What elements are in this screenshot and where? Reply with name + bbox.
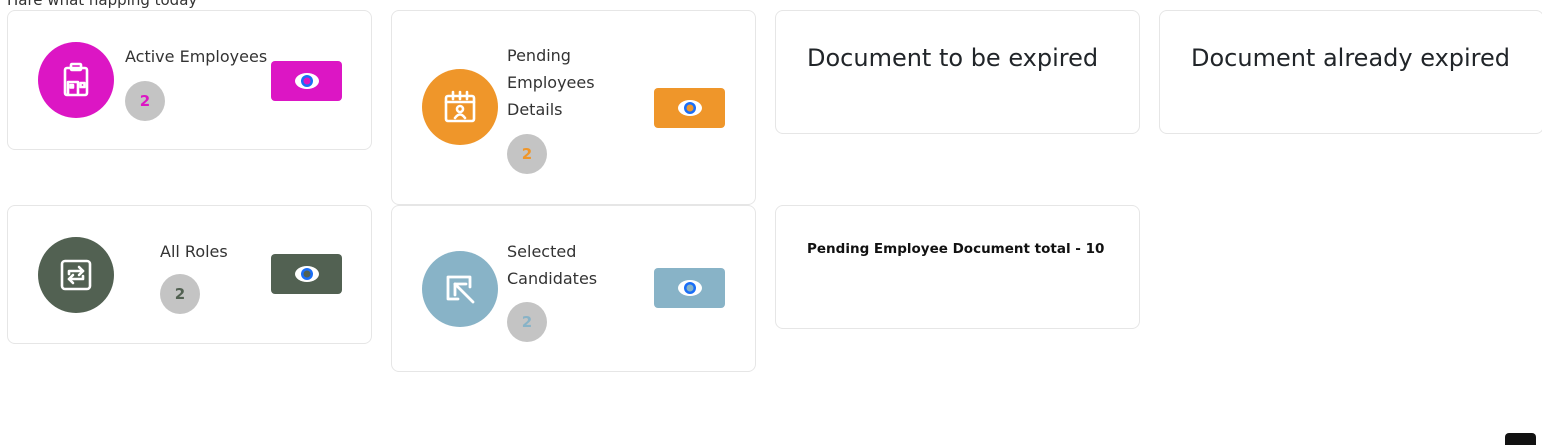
eye-icon [677, 280, 702, 296]
page-subtitle: Hare what happing today [7, 0, 198, 9]
eye-icon [294, 73, 319, 89]
pending-employee-document-card: Pending Employee Document total - 10 [775, 205, 1140, 329]
view-active-employees-button[interactable] [271, 61, 342, 101]
label-line: Selected [507, 242, 577, 261]
label-line: Pending [507, 46, 571, 65]
label-line: Employees [507, 73, 595, 92]
selected-candidates-count: 2 [507, 302, 547, 342]
pending-employees-details-card: Pending Employees Details 2 [391, 10, 756, 205]
document-already-expired-title: Document already expired [1191, 44, 1511, 72]
eye-icon [677, 100, 702, 116]
all-roles-label: All Roles [160, 242, 228, 261]
view-all-roles-button[interactable] [271, 254, 342, 294]
active-employees-card: Active Employees 2 [7, 10, 372, 150]
eye-icon [294, 266, 319, 282]
active-employees-count: 2 [125, 81, 165, 121]
label-line: Candidates [507, 269, 598, 288]
document-to-be-expired-card: Document to be expired [775, 10, 1140, 134]
all-roles-count: 2 [160, 274, 200, 314]
selected-candidates-card: Selected Candidates 2 [391, 205, 756, 372]
view-pending-employees-button[interactable] [654, 88, 725, 128]
active-employees-label: Active Employees [125, 47, 268, 66]
view-selected-candidates-button[interactable] [654, 268, 725, 308]
repeat-icon [38, 237, 114, 313]
pending-employees-details-label: Pending Employees Details [507, 42, 595, 123]
corner-action-button[interactable] [1505, 433, 1536, 445]
cursor-arrow-icon [422, 251, 498, 327]
document-to-be-expired-title: Document to be expired [807, 44, 1099, 72]
selected-candidates-label: Selected Candidates [507, 238, 597, 292]
document-already-expired-card: Document already expired [1159, 10, 1542, 134]
pending-employee-document-total: Pending Employee Document total - 10 [807, 241, 1105, 257]
calendar-user-icon [422, 69, 498, 145]
label-line: Details [507, 100, 563, 119]
pending-employees-count: 2 [507, 134, 547, 174]
all-roles-card: All Roles 2 [7, 205, 372, 344]
clipboard-building-icon [38, 42, 114, 118]
